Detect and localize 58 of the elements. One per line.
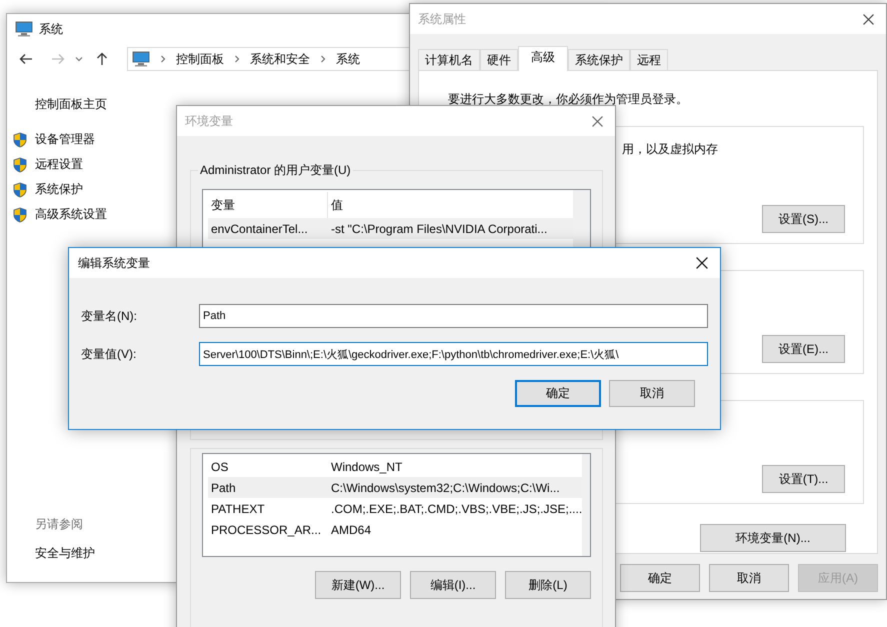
dialog-button[interactable]: 确定 [515,380,601,407]
tab[interactable]: 系统保护 [568,49,630,70]
column-header[interactable]: 变量 [208,192,327,218]
list-row[interactable]: PROCESSOR_AR... AMD64 [208,519,582,540]
settings-button[interactable]: 设置(E)... [762,335,845,363]
settings-button[interactable]: 设置(T)... [762,465,845,493]
sidebar-link[interactable]: 设备管理器 [35,131,95,148]
chevron-down-icon[interactable] [75,56,83,62]
field-label: 变量值(V): [81,346,138,362]
field-label: 变量名(N): [81,308,138,324]
list-row[interactable]: OS Windows_NT [208,456,582,477]
variable-name-field[interactable]: Path [199,304,708,328]
sidebar-link[interactable]: 控制面板主页 [35,96,107,113]
tab[interactable]: 计算机名 [418,49,480,70]
close-icon[interactable] [863,14,874,24]
window-title: 系统属性 [418,10,466,28]
list-row[interactable]: PATHEXT .COM;.EXE;.BAT;.CMD;.VBS;.VBE;.JS;.JSE;.... [208,498,582,519]
list-action-button[interactable]: 编辑(I)... [410,571,496,599]
breadcrumb-item[interactable]: 系统和安全 [250,50,310,68]
chevron-right-icon [160,55,166,63]
shield-icon [13,132,27,148]
shield-icon [13,206,27,222]
dialog-button[interactable]: 确定 [620,564,700,592]
window-title: 编辑系统变量 [78,254,150,272]
tab[interactable]: 远程 [630,49,668,70]
sidebar-link[interactable]: 远程设置 [35,156,83,173]
dialog-button[interactable]: 取消 [609,380,695,407]
list-row[interactable]: envContainerTel... -st "C:\Program Files\NVIDIA Corporati... [208,218,573,239]
description-text: 用，以及虚拟内存 [622,141,718,158]
shield-icon [13,182,27,198]
group-label: Administrator 的用户变量(U) [198,162,353,179]
dialog-button[interactable]: 取消 [709,564,789,592]
close-icon[interactable] [696,257,708,269]
list-action-button[interactable]: 删除(L) [505,571,591,599]
sidebar-link[interactable]: 高级系统设置 [35,206,107,223]
chevron-right-icon [234,55,240,63]
tab[interactable]: 高级 [518,46,568,71]
computer-icon [132,51,150,67]
up-arrow-icon[interactable] [95,52,109,66]
window-title: 环境变量 [185,112,233,130]
scrollbar[interactable] [582,454,590,556]
computer-icon [15,21,33,37]
notice-text: 要进行大多数更改，你必须作为管理员登录。 [448,91,689,108]
back-arrow-icon[interactable] [19,52,33,66]
environment-variables-button[interactable]: 环境变量(N)... [700,524,846,552]
list-row[interactable]: Path C:\Windows\system32;C:\Windows;C:\Wi... [208,477,582,498]
sidebar-link[interactable]: 系统保护 [35,181,83,198]
see-also-link[interactable]: 安全与维护 [35,545,95,562]
list-action-button[interactable]: 新建(W)... [315,571,401,599]
window-title: 系统 [39,20,63,38]
shield-icon [13,156,27,172]
breadcrumb-item[interactable]: 控制面板 [176,50,224,68]
variable-value-field[interactable]: Server\100\DTS\Binn\;E:\火狐\geckodriver.exe;F:\python\tb\chromedriver.exe;E:\火狐\ [199,342,708,366]
settings-button[interactable]: 设置(S)... [762,205,845,233]
section-heading: 另请参阅 [35,516,83,533]
breadcrumb-item[interactable]: 系统 [336,50,360,68]
chevron-right-icon [320,55,326,63]
tab[interactable]: 硬件 [480,49,518,70]
